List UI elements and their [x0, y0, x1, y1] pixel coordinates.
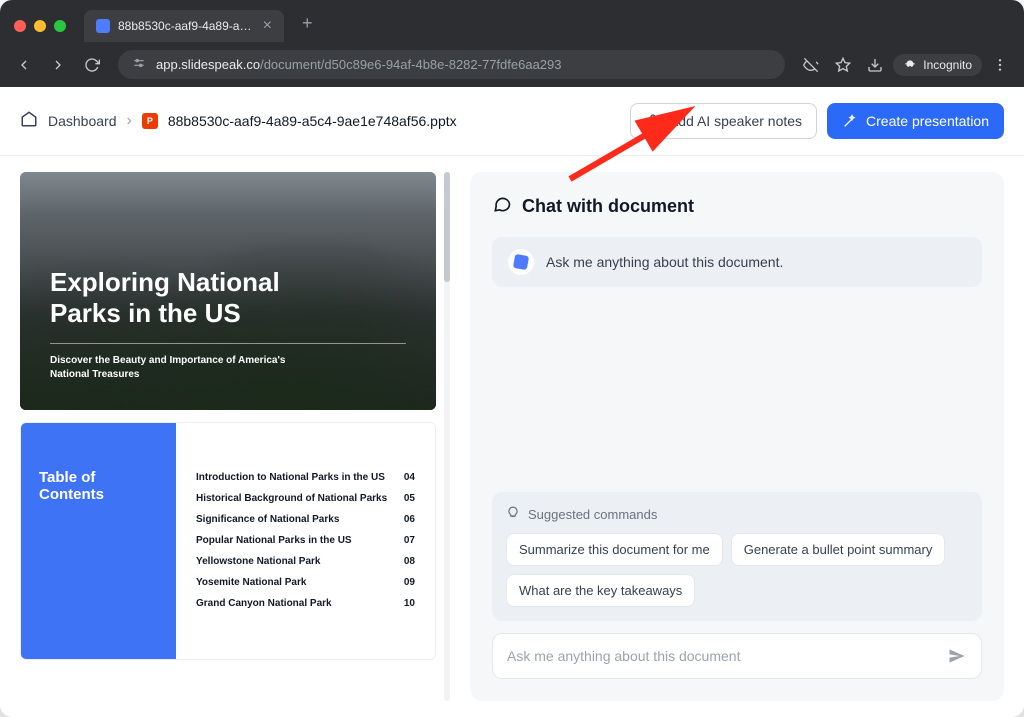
incognito-label: Incognito	[923, 58, 972, 72]
microphone-icon	[645, 113, 661, 129]
reload-button[interactable]	[78, 51, 106, 79]
toc-row: Historical Background of National Parks0…	[196, 488, 415, 509]
assistant-avatar	[508, 249, 534, 275]
powerpoint-file-icon: P	[142, 113, 158, 129]
incognito-badge[interactable]: Incognito	[893, 54, 982, 76]
browser-titlebar: 88b8530c-aaf9-4a89-a5c4 × +	[0, 0, 1024, 42]
app-header: Dashboard › P 88b8530c-aaf9-4a89-a5c4-9a…	[0, 87, 1024, 156]
tab-title: 88b8530c-aaf9-4a89-a5c4	[118, 19, 255, 33]
slide1-subtitle: Discover the Beauty and Importance of Am…	[50, 354, 310, 382]
scrollbar-thumb[interactable]	[444, 172, 450, 282]
lightbulb-icon	[506, 506, 520, 523]
slide1-divider	[50, 343, 406, 344]
suggestion-chips: Summarize this document for meGenerate a…	[506, 533, 968, 607]
bookmark-star-icon[interactable]	[829, 51, 857, 79]
chat-bubble-icon	[492, 194, 512, 219]
send-button[interactable]	[947, 646, 967, 666]
toc-heading: Table of Contents	[39, 469, 158, 503]
toc-row: Popular National Parks in the US07	[196, 530, 415, 551]
greeting-message: Ask me anything about this document.	[492, 237, 982, 287]
close-tab-icon[interactable]: ×	[263, 18, 272, 34]
chat-input[interactable]	[507, 648, 937, 664]
suggested-label: Suggested commands	[528, 507, 657, 522]
suggestion-chip[interactable]: What are the key takeaways	[506, 574, 695, 607]
hide-eye-icon[interactable]	[797, 51, 825, 79]
slides-scrollbar[interactable]	[444, 172, 450, 701]
browser-menu-icon[interactable]	[986, 51, 1014, 79]
suggestion-chip[interactable]: Generate a bullet point summary	[731, 533, 946, 566]
slide-thumbnail-2[interactable]: Table of Contents Introduction to Nation…	[20, 422, 436, 660]
slide1-title: Exploring National Parks in the US	[50, 267, 406, 329]
chat-panel: Chat with document Ask me anything about…	[470, 172, 1004, 701]
create-label: Create presentation	[866, 113, 989, 129]
toc-row: Significance of National Parks06	[196, 509, 415, 530]
create-presentation-button[interactable]: Create presentation	[827, 103, 1004, 139]
home-icon[interactable]	[20, 110, 38, 133]
toc-list: Introduction to National Parks in the US…	[176, 423, 435, 659]
new-tab-button[interactable]: +	[302, 14, 313, 38]
add-notes-label: Add AI speaker notes	[669, 113, 802, 129]
browser-tab[interactable]: 88b8530c-aaf9-4a89-a5c4 ×	[84, 10, 284, 42]
chat-input-row	[492, 633, 982, 679]
browser-toolbar: app.slidespeak.co/document/d50c89e6-94af…	[0, 42, 1024, 87]
forward-button[interactable]	[44, 51, 72, 79]
breadcrumb-separator: ›	[127, 112, 132, 130]
maximize-window-button[interactable]	[54, 20, 66, 32]
back-button[interactable]	[10, 51, 38, 79]
download-icon[interactable]	[861, 51, 889, 79]
suggested-commands-box: Suggested commands Summarize this docume…	[492, 492, 982, 621]
tab-favicon	[96, 19, 110, 33]
dashboard-link[interactable]: Dashboard	[48, 113, 117, 129]
filename: 88b8530c-aaf9-4a89-a5c4-9ae1e748af56.ppt…	[168, 113, 457, 129]
close-window-button[interactable]	[14, 20, 26, 32]
greeting-text: Ask me anything about this document.	[546, 254, 783, 270]
toc-row: Grand Canyon National Park10	[196, 593, 415, 614]
toc-row: Yosemite National Park09	[196, 572, 415, 593]
toc-row: Yellowstone National Park08	[196, 551, 415, 572]
slide-thumbnail-1[interactable]: Exploring National Parks in the US Disco…	[20, 172, 436, 410]
slides-column: Exploring National Parks in the US Disco…	[20, 172, 450, 701]
chat-title: Chat with document	[522, 196, 694, 217]
toc-row: Introduction to National Parks in the US…	[196, 467, 415, 488]
url-bar[interactable]: app.slidespeak.co/document/d50c89e6-94af…	[118, 50, 785, 79]
suggestion-chip[interactable]: Summarize this document for me	[506, 533, 723, 566]
url-text: app.slidespeak.co/document/d50c89e6-94af…	[156, 57, 561, 72]
window-controls	[14, 20, 66, 32]
minimize-window-button[interactable]	[34, 20, 46, 32]
site-settings-icon[interactable]	[132, 56, 146, 73]
main-content: Exploring National Parks in the US Disco…	[0, 156, 1024, 717]
magic-wand-icon	[842, 113, 858, 129]
add-speaker-notes-button[interactable]: Add AI speaker notes	[630, 103, 817, 139]
